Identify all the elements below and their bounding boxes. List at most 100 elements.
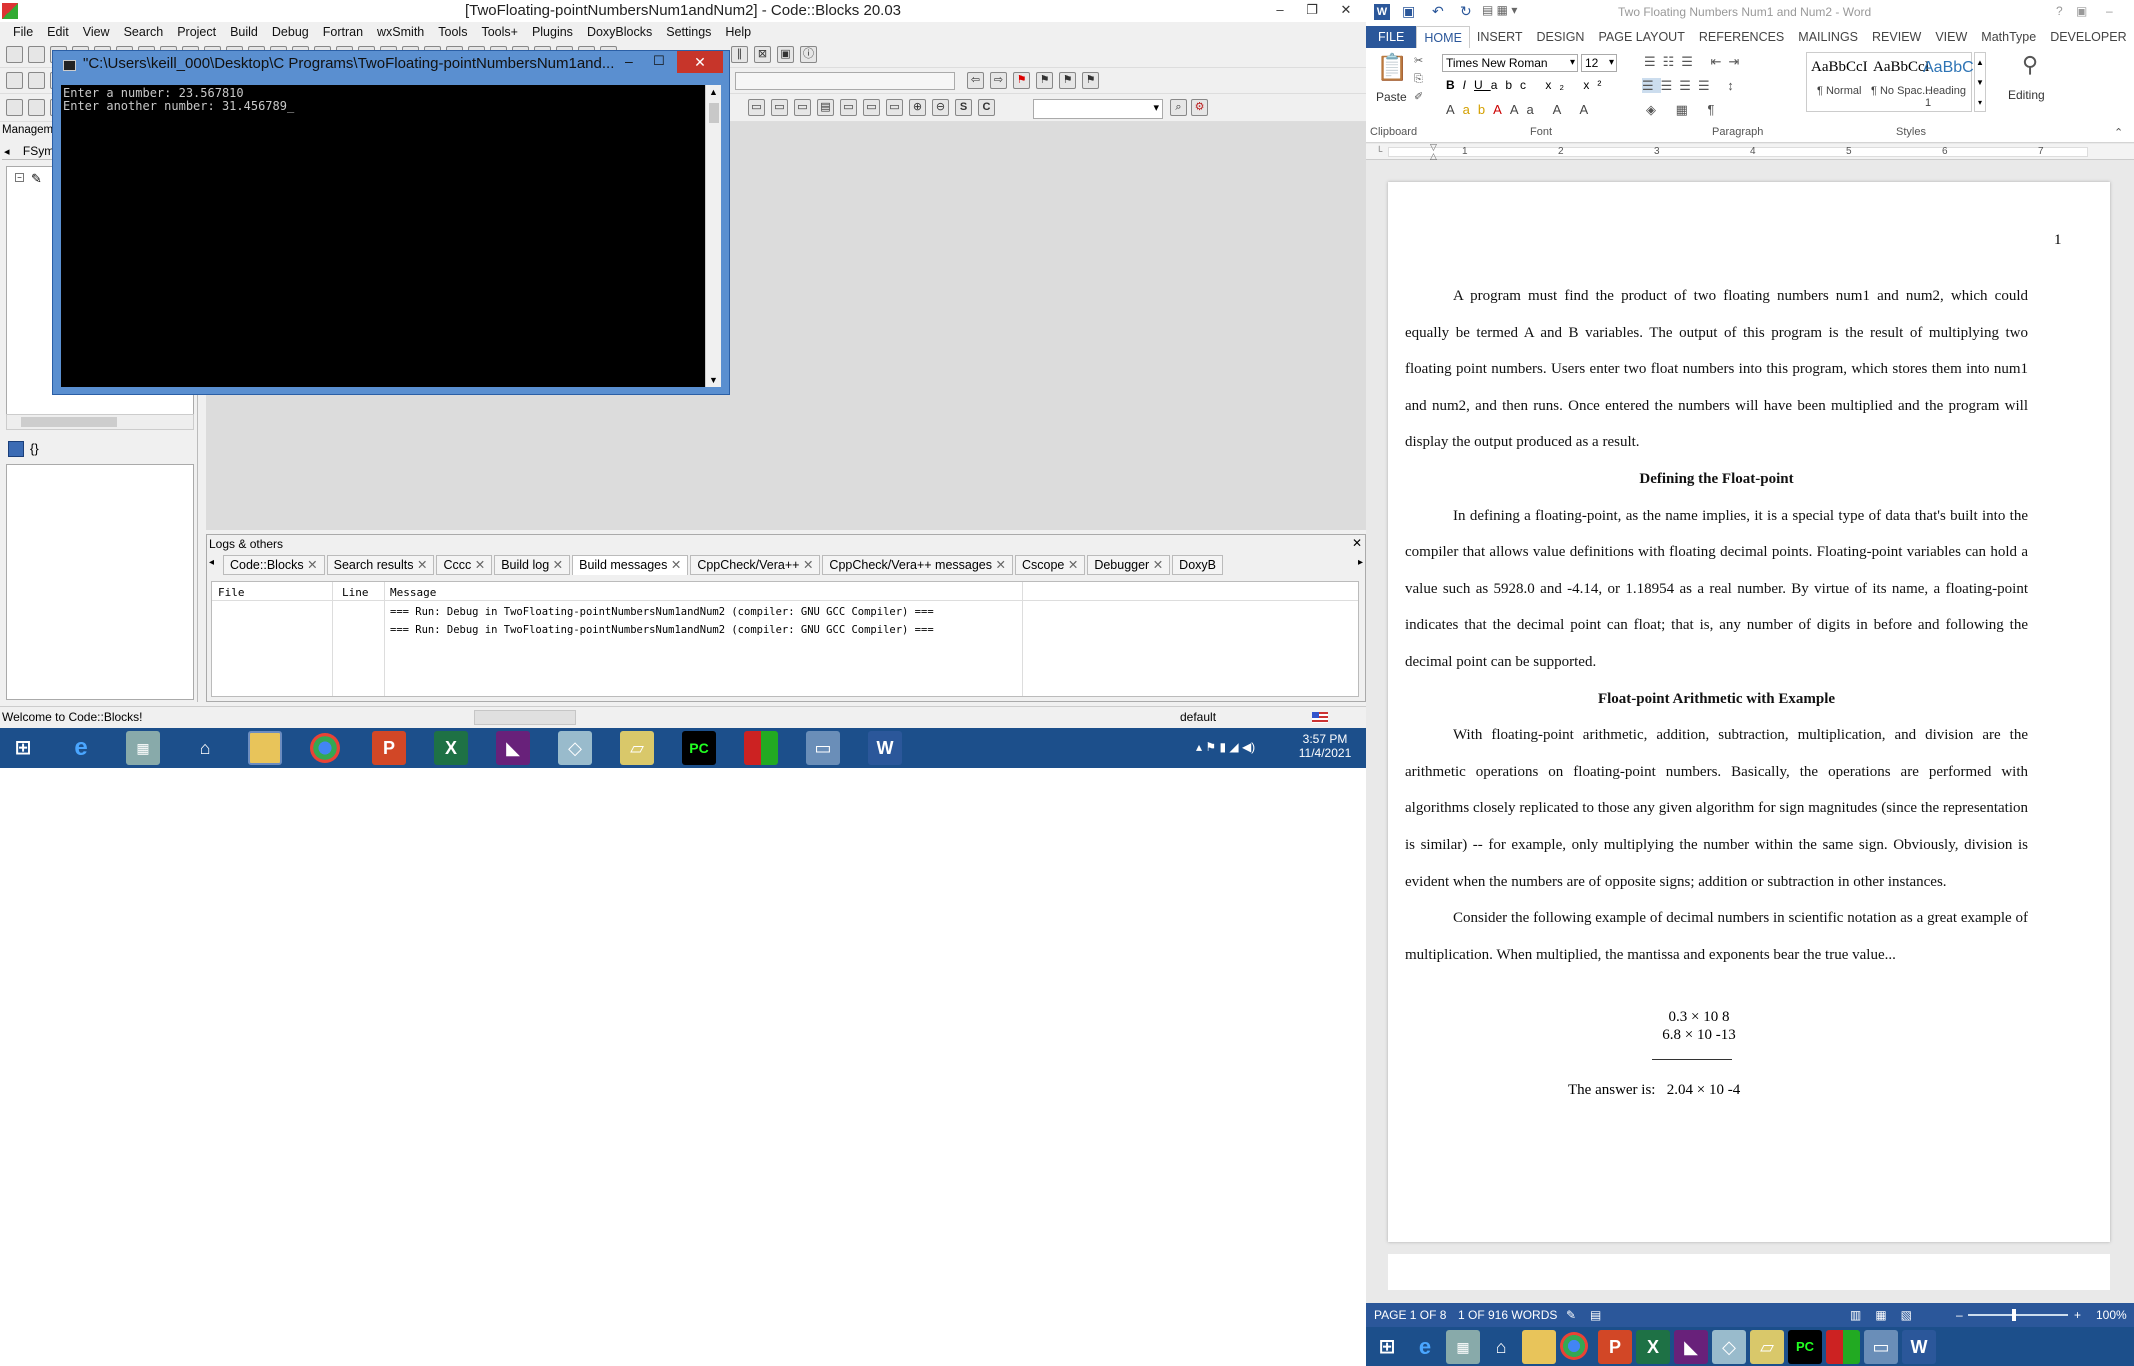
- close-button[interactable]: ✕: [677, 51, 723, 73]
- calculator-icon[interactable]: ▦: [1446, 1330, 1480, 1364]
- close-tab-icon[interactable]: ✕: [414, 558, 427, 572]
- zoom-slider[interactable]: [1968, 1309, 2068, 1321]
- log-tab[interactable]: Build messages ✕: [572, 555, 689, 575]
- pycharm-icon[interactable]: PC: [682, 731, 716, 765]
- redo-icon[interactable]: ↻: [1460, 3, 1472, 20]
- font-size-box[interactable]: 12 ▾: [1581, 54, 1617, 72]
- home-icon[interactable]: ⌂: [1484, 1330, 1518, 1364]
- console-output[interactable]: Enter a number: 23.567810 Enter another …: [61, 85, 721, 387]
- pycharm-icon[interactable]: PC: [1788, 1330, 1822, 1364]
- braces-label[interactable]: {}: [30, 441, 39, 456]
- scope-dropdown[interactable]: [735, 72, 955, 90]
- maximize-button[interactable]: ☐: [653, 53, 665, 69]
- c-icon[interactable]: C: [978, 99, 995, 116]
- search-options-icon[interactable]: ⚙: [1191, 99, 1208, 116]
- font-name-box[interactable]: Times New Roman ▾: [1442, 54, 1578, 72]
- log-tab[interactable]: Cccc ✕: [436, 555, 493, 575]
- minimize-button[interactable]: –: [1266, 0, 1294, 20]
- visual-studio-icon[interactable]: ◣: [496, 731, 530, 765]
- sticky-notes-icon[interactable]: ▱: [1750, 1330, 1784, 1364]
- zoom-in-icon[interactable]: +: [2074, 1303, 2081, 1327]
- log-tab[interactable]: CppCheck/Vera++ ✕: [690, 555, 821, 575]
- minimize-button[interactable]: –: [625, 53, 633, 69]
- menu-item[interactable]: Edit: [40, 22, 76, 42]
- chevron-down-icon[interactable]: ▾: [1609, 55, 1614, 71]
- ribbon-tab[interactable]: PAGE LAYOUT: [1591, 26, 1691, 48]
- style-heading1[interactable]: Heading 1: [1925, 85, 1971, 109]
- log-tab[interactable]: Debugger ✕: [1087, 555, 1171, 575]
- flag-clear-icon[interactable]: ⚑: [1082, 72, 1099, 89]
- scroll-down-icon[interactable]: ▼: [709, 375, 718, 385]
- menu-item[interactable]: Project: [170, 22, 223, 42]
- internet-explorer-icon[interactable]: e: [1408, 1330, 1442, 1364]
- ribbon-tab[interactable]: DESIGN: [1530, 26, 1592, 48]
- log-tab[interactable]: Build log ✕: [494, 555, 571, 575]
- document-page[interactable]: 1 A program must find the product of two…: [1388, 182, 2110, 1242]
- zoom-out-icon[interactable]: ⊖: [932, 99, 949, 116]
- menu-item[interactable]: Help: [718, 22, 758, 42]
- collapse-icon[interactable]: −: [15, 173, 24, 182]
- toolbar-icon[interactable]: [6, 46, 23, 63]
- text-effects-buttons[interactable]: AabAAa A A: [1446, 102, 1596, 117]
- answer-line[interactable]: The answer is: 2.04 × 10 -4: [1568, 1082, 1740, 1099]
- ribbon-tab[interactable]: MathType: [1974, 26, 2043, 48]
- toolbar-icon[interactable]: [6, 72, 23, 89]
- menu-item[interactable]: Tools: [431, 22, 474, 42]
- codeblocks-taskbar-icon[interactable]: [1826, 1330, 1860, 1364]
- calculator-icon[interactable]: ▦: [126, 731, 160, 765]
- powerpoint-icon[interactable]: P: [372, 731, 406, 765]
- s-icon[interactable]: S: [955, 99, 972, 116]
- menu-item[interactable]: View: [76, 22, 117, 42]
- chevron-down-icon[interactable]: ▾: [1570, 55, 1575, 71]
- powerpoint-icon[interactable]: P: [1598, 1330, 1632, 1364]
- style-heading1-sample[interactable]: AaBbC(: [1923, 59, 1975, 77]
- menu-item[interactable]: Plugins: [525, 22, 580, 42]
- console-taskbar-icon[interactable]: ▭: [806, 731, 840, 765]
- excel-icon[interactable]: X: [1636, 1330, 1670, 1364]
- ribbon-tab[interactable]: REFERENCES: [1692, 26, 1791, 48]
- chrome-icon[interactable]: [1560, 1332, 1588, 1360]
- tab-fsymbols[interactable]: FSym: [23, 144, 54, 158]
- shading-buttons[interactable]: ◈ ▦ ¶: [1646, 102, 1723, 118]
- tab-selector-icon[interactable]: └: [1376, 146, 1382, 156]
- search-combo[interactable]: ▾: [1033, 99, 1163, 119]
- math-block[interactable]: 0.3 × 10 8 6.8 × 10 -13: [1644, 1008, 1754, 1044]
- chrome-icon[interactable]: [310, 733, 340, 763]
- paste-label[interactable]: Paste: [1376, 90, 1407, 104]
- heading[interactable]: Defining the Float-point: [1405, 461, 2028, 498]
- styles-scroll[interactable]: ▲ ▼ ▾: [1974, 52, 1986, 112]
- help-icon[interactable]: ?: [2056, 4, 2063, 18]
- menu-item[interactable]: Fortran: [316, 22, 370, 42]
- close-tab-icon[interactable]: ✕: [549, 558, 563, 572]
- ribbon-tab[interactable]: VIEW: [1928, 26, 1974, 48]
- save-icon[interactable]: ▣: [1402, 3, 1415, 20]
- file-explorer-icon[interactable]: [248, 731, 282, 765]
- menu-item[interactable]: Debug: [265, 22, 316, 42]
- symbol-icon[interactable]: [8, 441, 24, 457]
- tab-left-arrow-icon[interactable]: ◂: [4, 146, 10, 158]
- rect-icon[interactable]: ▭: [840, 99, 857, 116]
- menu-item[interactable]: DoxyBlocks: [580, 22, 659, 42]
- table-row[interactable]: === Run: Debug in TwoFloating-pointNumbe…: [390, 606, 934, 618]
- codeblocks-taskbar-icon[interactable]: [744, 731, 778, 765]
- menu-item[interactable]: wxSmith: [370, 22, 431, 42]
- zoom-out-icon[interactable]: –: [1956, 1303, 1963, 1327]
- search-icon[interactable]: ⌕: [1170, 99, 1187, 116]
- style-normal-sample[interactable]: AaBbCcI: [1811, 59, 1868, 76]
- log-tab[interactable]: DoxyB: [1172, 555, 1223, 575]
- undo-icon[interactable]: ↶: [1432, 3, 1444, 20]
- minimize-button[interactable]: –: [2106, 4, 2113, 18]
- menu-item[interactable]: Settings: [659, 22, 718, 42]
- log-tab[interactable]: Search results ✕: [326, 555, 435, 575]
- binoculars-icon[interactable]: ⚲: [2022, 52, 2038, 78]
- proofing-icon[interactable]: ✎: [1566, 1303, 1576, 1327]
- paragraph[interactable]: With floating-point arithmetic, addition…: [1405, 717, 2028, 900]
- block-icon[interactable]: ▭: [748, 99, 765, 116]
- toolbar-icon[interactable]: [6, 99, 23, 116]
- rect2-icon[interactable]: ▭: [863, 99, 880, 116]
- visual-studio-icon[interactable]: ◣: [1674, 1330, 1708, 1364]
- block2-icon[interactable]: ▭: [771, 99, 788, 116]
- format-buttons[interactable]: BIUabc x₂ x²: [1446, 78, 1609, 92]
- close-button[interactable]: ✕: [1332, 0, 1360, 20]
- internet-explorer-icon[interactable]: e: [64, 731, 98, 765]
